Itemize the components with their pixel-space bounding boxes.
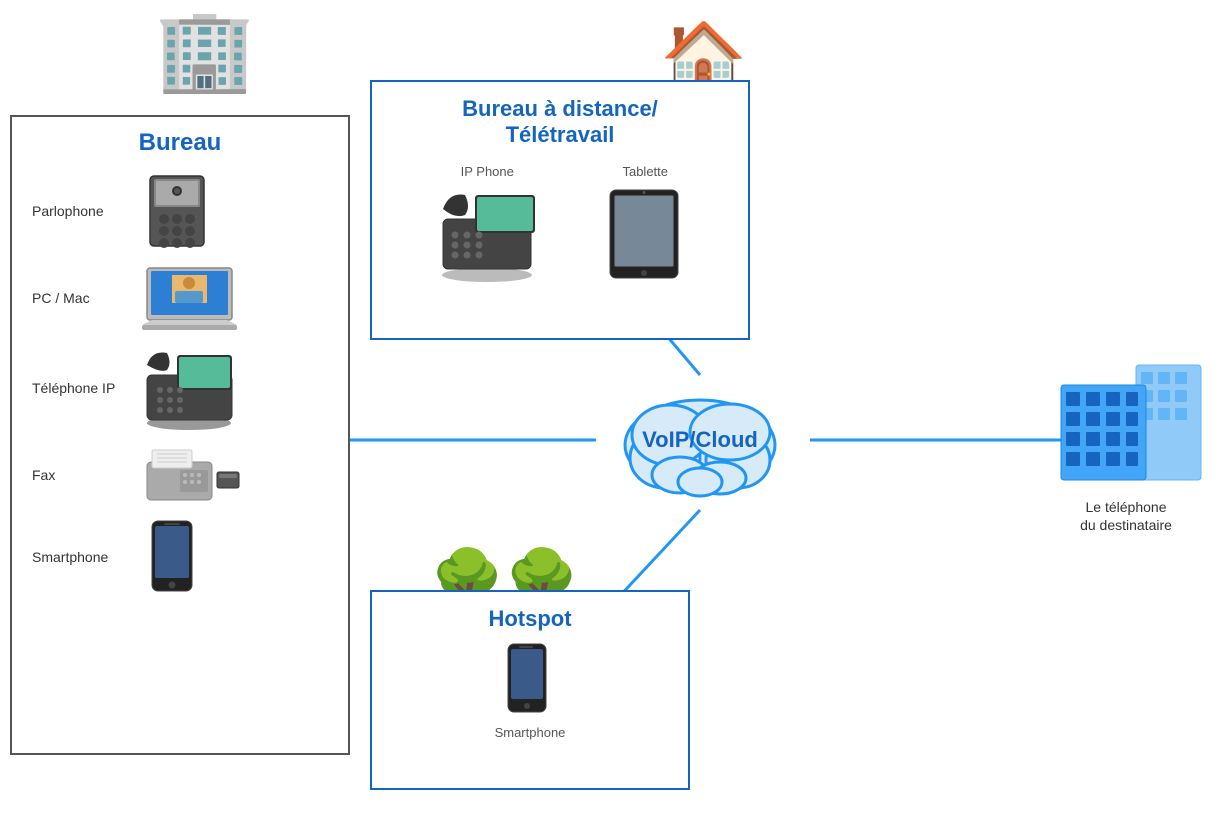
bureau-title: Bureau: [12, 129, 348, 157]
hotspot-smartphone-label: Smartphone: [495, 725, 566, 740]
remote-tablet-label: Tablette: [622, 164, 668, 179]
remote-ip-phone-label: IP Phone: [461, 164, 514, 179]
destination-label: Le téléphone du destinataire: [1080, 498, 1172, 534]
hotspot-title: Hotspot: [372, 606, 688, 632]
pc-label: PC / Mac: [32, 290, 122, 306]
bureau-item-fax: Fax: [12, 436, 348, 513]
telephone-ip-icon: [142, 345, 237, 430]
hotspot-items: Smartphone: [372, 632, 688, 750]
destination-building: Le téléphone du destinataire: [1046, 330, 1206, 534]
parlophone-icon: [142, 171, 212, 251]
remote-office-box: Bureau à distance/ Télétravail IP Phone: [370, 80, 750, 340]
remote-ip-phone-item: IP Phone: [435, 164, 540, 282]
remote-tablet-item: Tablette: [605, 164, 685, 282]
fax-icon: [142, 442, 242, 507]
parlophone-label: Parlophone: [32, 203, 122, 219]
bureau-building-icon: 🏢: [155, 10, 255, 90]
remote-items: IP Phone Tablette: [372, 154, 748, 292]
hotspot-box: Hotspot Smartphone: [370, 590, 690, 790]
smartphone-label: Smartphone: [32, 549, 122, 565]
hotspot-smartphone-item: Smartphone: [495, 642, 566, 740]
telephone-ip-label: Téléphone IP: [32, 380, 122, 396]
bureau-box: Bureau Parlophone: [10, 115, 350, 755]
bureau-item-smartphone: Smartphone: [12, 513, 348, 600]
smartphone-icon: [142, 519, 207, 594]
bureau-item-parlophone: Parlophone: [12, 165, 348, 257]
remote-title: Bureau à distance/ Télétravail: [372, 96, 748, 149]
fax-label: Fax: [32, 467, 122, 483]
voip-label: VoIP/Cloud: [642, 427, 758, 453]
bureau-item-pc: PC / Mac: [12, 257, 348, 339]
voip-cloud: VoIP/Cloud: [590, 370, 810, 510]
bureau-item-telephone-ip: Téléphone IP: [12, 339, 348, 436]
pc-icon: [142, 263, 237, 333]
